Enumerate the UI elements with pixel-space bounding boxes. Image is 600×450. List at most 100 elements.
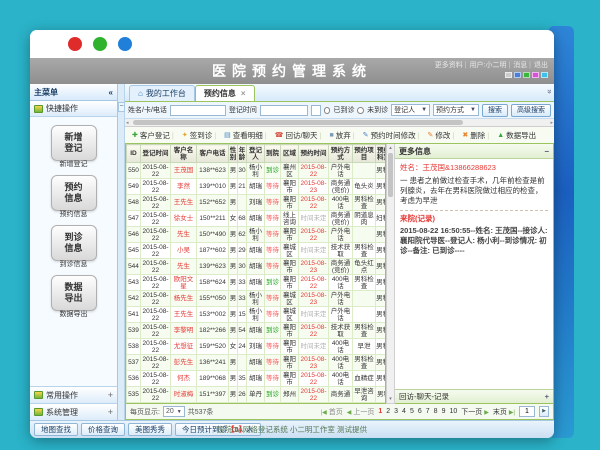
today-expected-button[interactable]: 今日预计到诊【0】人 — [175, 423, 261, 436]
table-row[interactable]: 538 2015-08-22 尤想征 159**520 女 24 刘瑞 等待 襄… — [127, 339, 387, 355]
hscroll-thumb[interactable] — [133, 120, 463, 125]
column-header[interactable]: 登记时间 — [141, 145, 171, 163]
first-page-button[interactable]: |◀ 首页 — [321, 407, 343, 417]
column-header[interactable]: 到院 — [265, 145, 281, 163]
column-header[interactable]: 性别 — [229, 145, 238, 163]
toolbar-button[interactable]: ✚ 客户登记 | — [129, 130, 177, 141]
prev-page-button[interactable]: ◀ 上一页 — [347, 407, 375, 417]
table-row[interactable]: 542 2015-08-22 杨先生 155**050 男 33 杨小利 等待 … — [127, 291, 387, 307]
page-number[interactable]: 4 — [402, 408, 406, 415]
table-row[interactable]: 545 2015-08-22 小吴 187**602 男 29 胡瑞 等待 襄城… — [127, 243, 387, 259]
tab-appointment-info[interactable]: 预约信息 × — [195, 85, 255, 101]
horizontal-scrollbar[interactable]: ◂ ▸ — [125, 119, 554, 127]
toolbar-button[interactable]: ■ 放弃 | — [327, 130, 358, 141]
quick-action-button[interactable]: 新增 登记 — [51, 125, 97, 161]
sidebar-splitter[interactable]: − — [118, 84, 125, 420]
vscroll-thumb[interactable] — [388, 153, 393, 197]
next-page-button[interactable]: 下一页 ▶ — [461, 407, 489, 417]
vertical-scrollbar[interactable]: ▴ ▾ — [386, 144, 395, 404]
statusbar-button[interactable]: 美图秀秀 — [128, 423, 172, 436]
toolbar-button[interactable]: ✎ 修改 | — [425, 130, 458, 141]
method-select[interactable]: 预约方式▼ — [433, 104, 479, 116]
sidebar-collapse-icon[interactable]: « — [109, 88, 113, 97]
header-link[interactable]: 退出 — [534, 60, 548, 70]
table-row[interactable]: 543 2015-08-22 欧阳文星 158**624 男 33 胡瑞 到诊 … — [127, 275, 387, 291]
scroll-up-icon[interactable]: ▴ — [389, 144, 392, 152]
theme-swatch[interactable] — [505, 72, 512, 78]
quick-action-button[interactable]: 预约 信息 — [51, 175, 97, 211]
column-header[interactable]: 预约项目 — [353, 145, 376, 163]
close-tab-icon[interactable]: × — [241, 89, 246, 98]
table-row[interactable]: 548 2015-08-22 王先生 152**652 男 刘瑞 等待 襄阳市 — [127, 195, 387, 211]
time-filter-input-2[interactable] — [311, 105, 321, 116]
header-link[interactable]: 用户:小二明 — [470, 60, 511, 70]
scroll-down-icon[interactable]: ▾ — [389, 395, 392, 403]
quick-actions-section-header[interactable]: 快捷操作 — [30, 101, 117, 117]
scroll-left-icon[interactable]: ◂ — [126, 119, 129, 127]
header-link[interactable]: 消息 — [513, 60, 531, 70]
minimize-window-button[interactable] — [93, 37, 107, 51]
page-number[interactable]: 2 — [386, 408, 390, 415]
page-number[interactable]: 5 — [410, 408, 414, 415]
sidebar-accordion[interactable]: 常用操作 + — [30, 386, 117, 403]
sidebar-accordion[interactable]: 系统管理 + — [30, 403, 117, 420]
close-window-button[interactable] — [68, 37, 82, 51]
quick-action-button[interactable]: 数据 导出 — [51, 275, 97, 311]
theme-swatch[interactable] — [532, 72, 539, 78]
scroll-right-icon[interactable]: ▸ — [550, 119, 553, 127]
statusbar-button[interactable]: 价格查询 — [81, 423, 125, 436]
not-arrived-radio[interactable] — [357, 107, 364, 114]
column-header[interactable]: 年龄 — [238, 145, 247, 163]
arrived-radio[interactable] — [324, 107, 331, 114]
page-number[interactable]: 7 — [426, 408, 430, 415]
table-row[interactable]: 544 2015-08-22 先生 139**623 男 30 胡瑞 等待 襄阳… — [127, 259, 387, 275]
toolbar-button[interactable]: ▤ 查看明细 | — [221, 130, 270, 141]
theme-swatch[interactable] — [514, 72, 521, 78]
registrar-select[interactable]: 登记人▼ — [391, 104, 430, 116]
search-button[interactable]: 搜索 — [482, 104, 508, 117]
column-header[interactable]: ID — [127, 145, 141, 163]
toolbar-button[interactable]: ▲ 数据导出 | — [494, 130, 543, 141]
page-number[interactable]: 6 — [418, 408, 422, 415]
tab-workspace[interactable]: ⌂ 我的工作台 — [129, 85, 195, 101]
page-number[interactable]: 1 — [378, 408, 382, 415]
toolbar-button[interactable]: ☎ 回访/聊天 | — [272, 130, 325, 141]
theme-swatch[interactable] — [541, 72, 548, 78]
table-row[interactable]: 547 2015-08-22 徐女士 150**211 女 68 胡瑞 等待 线… — [127, 211, 387, 227]
toolbar-button[interactable]: ✖ 删除 | — [459, 130, 492, 141]
expand-panel-icon[interactable]: + — [545, 392, 549, 401]
column-header[interactable]: 预约科室 — [376, 145, 387, 163]
page-number[interactable]: 3 — [394, 408, 398, 415]
toolbar-button[interactable]: ✦ 签到诊 | — [179, 130, 219, 141]
quick-action-button[interactable]: 到诊 信息 — [51, 225, 97, 261]
table-row[interactable]: 537 2015-08-22 彭先生 136**241 男 胡瑞 等待 襄阳市 — [127, 355, 387, 371]
table-row[interactable]: 549 2015-08-22 李然 139**010 男 21 胡瑞 等待 襄阳… — [127, 179, 387, 195]
page-number[interactable]: 9 — [442, 408, 446, 415]
table-row[interactable]: 546 2015-08-22 先生 150**490 男 62 杨小利 等待 襄… — [127, 227, 387, 243]
column-header[interactable]: 预约方式 — [329, 145, 353, 163]
table-row[interactable]: 541 2015-08-22 王先生 153**002 男 15 杨小利 等待 … — [127, 307, 387, 323]
table-row[interactable]: 550 2015-08-22 王茂国 138**623 男 30 杨小利 到诊 … — [127, 163, 387, 179]
column-header[interactable]: 区域 — [281, 145, 299, 163]
name-filter-input[interactable] — [170, 105, 226, 116]
column-header[interactable]: 登记人 — [247, 145, 265, 163]
theme-swatch[interactable] — [523, 72, 530, 78]
toolbar-button[interactable]: ✎ 预约时间修改 | — [360, 130, 423, 141]
statusbar-button[interactable]: 地图查找 — [34, 423, 78, 436]
table-row[interactable]: 539 2015-08-22 李黎明 182**266 男 54 胡瑞 到诊 襄… — [127, 323, 387, 339]
header-link[interactable]: 更多资料 — [435, 60, 467, 70]
column-header[interactable]: 预约时间 — [299, 145, 329, 163]
splitter-handle[interactable]: − — [118, 102, 125, 112]
table-row[interactable]: 535 2015-08-22 时淑梅 151**397 男 26 单丹 到诊 郑… — [127, 387, 387, 403]
callback-chat-record-bar[interactable]: 回访-聊天-记录 + — [395, 389, 553, 403]
table-row[interactable]: 536 2015-08-22 何杰 189**068 男 35 胡瑞 等待 襄阳… — [127, 371, 387, 387]
collapse-tabs-icon[interactable]: « — [544, 89, 553, 93]
page-number[interactable]: 10 — [449, 408, 457, 415]
column-header[interactable]: 客户电话 — [197, 145, 229, 163]
goto-page-button[interactable]: ▶ — [539, 406, 549, 417]
advanced-search-button[interactable]: 高级搜索 — [511, 104, 551, 117]
collapse-panel-icon[interactable]: − — [544, 147, 549, 156]
last-page-button[interactable]: 末页 ▶| — [493, 407, 515, 417]
per-page-select[interactable]: 20▼ — [163, 406, 185, 417]
page-number[interactable]: 8 — [434, 408, 438, 415]
